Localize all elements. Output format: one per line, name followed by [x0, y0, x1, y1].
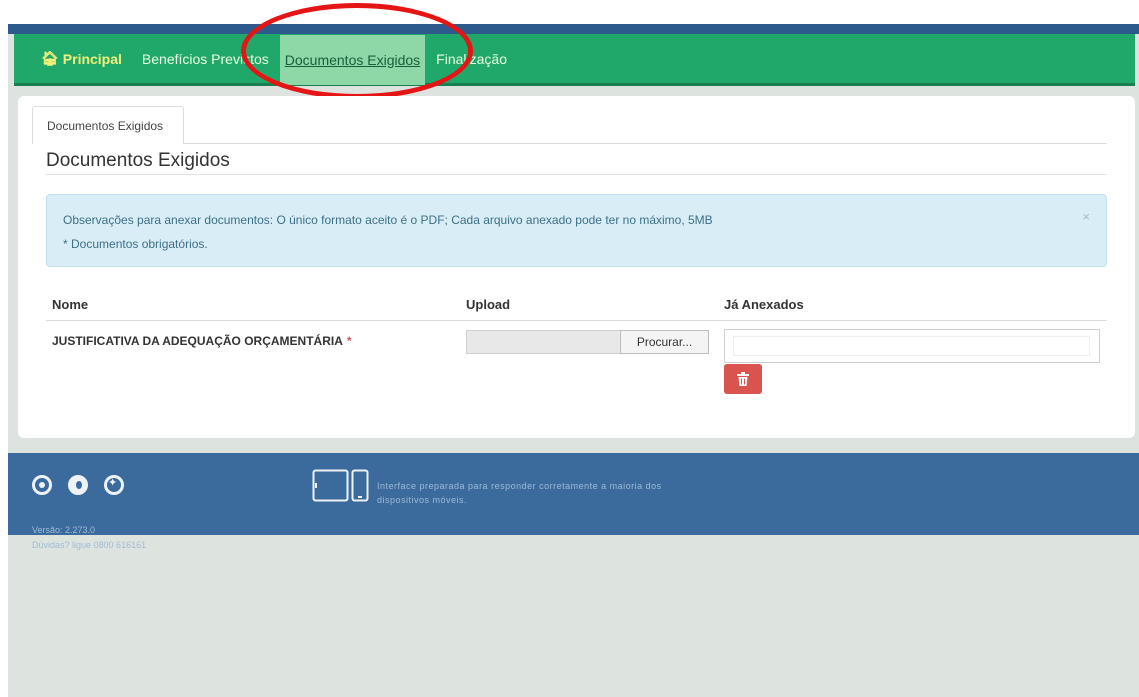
responsive-note: Interface preparada para responder corre…: [377, 481, 662, 505]
nav-beneficios-previstos[interactable]: Benefícios Previstos: [139, 51, 272, 67]
attached-files-box: [724, 329, 1100, 363]
column-header-upload: Upload: [466, 297, 511, 312]
chrome-icon: [32, 475, 52, 495]
info-alert: Observações para anexar documentos: O ún…: [46, 194, 1107, 267]
main-navbar: 🏠︎ Principal Benefícios Previstos Docume…: [14, 34, 1135, 86]
delete-button[interactable]: [724, 364, 762, 394]
table-header-divider: [46, 320, 1107, 321]
required-marker: *: [346, 334, 352, 348]
nav-finalizacao[interactable]: Finalização: [433, 51, 510, 67]
safari-icon: [104, 475, 124, 495]
nav-documentos-exigidos[interactable]: Documentos Exigidos: [279, 34, 426, 85]
nav-home-link[interactable]: 🏠︎ Principal: [38, 50, 125, 67]
title-divider: [46, 174, 1107, 175]
documents-panel: Documentos Exigidos Documentos Exigidos …: [18, 96, 1135, 438]
attached-file-field: [733, 336, 1090, 356]
nav-home-label: Principal: [62, 50, 122, 67]
browse-button[interactable]: Procurar...: [620, 330, 709, 354]
browser-icons: Versão: 2.273.0 Dúvidas? ligue 0800 6161…: [32, 475, 146, 550]
top-bar: [8, 24, 1139, 34]
section-title: Documentos Exigidos: [46, 150, 230, 171]
alert-required-note: * Documentos obrigatórios.: [63, 237, 208, 251]
document-name-label: JUSTIFICATIVA DA ADEQUAÇÃO ORÇAMENTÁRIA: [52, 334, 343, 348]
tab-divider: [184, 143, 1107, 144]
document-name: JUSTIFICATIVA DA ADEQUAÇÃO ORÇAMENTÁRIA *: [52, 334, 352, 348]
tab-documentos-exigidos[interactable]: Documentos Exigidos: [32, 106, 184, 144]
close-icon[interactable]: ×: [1082, 209, 1090, 224]
firefox-icon: [68, 475, 88, 495]
help-phone-text: Dúvidas? ligue 0800 616161: [32, 540, 147, 550]
column-header-name: Nome: [52, 297, 89, 312]
home-icon: 🏠︎: [41, 50, 59, 66]
tablet-phone-icon: [312, 469, 369, 502]
alert-format-note: Observações para anexar documentos: O ún…: [63, 213, 713, 227]
footer: Versão: 2.273.0 Dúvidas? ligue 0800 6161…: [8, 453, 1139, 550]
column-header-attached: Já Anexados: [724, 297, 804, 312]
trash-icon: [737, 372, 749, 386]
version-text: Versão: 2.273.0: [32, 525, 96, 535]
